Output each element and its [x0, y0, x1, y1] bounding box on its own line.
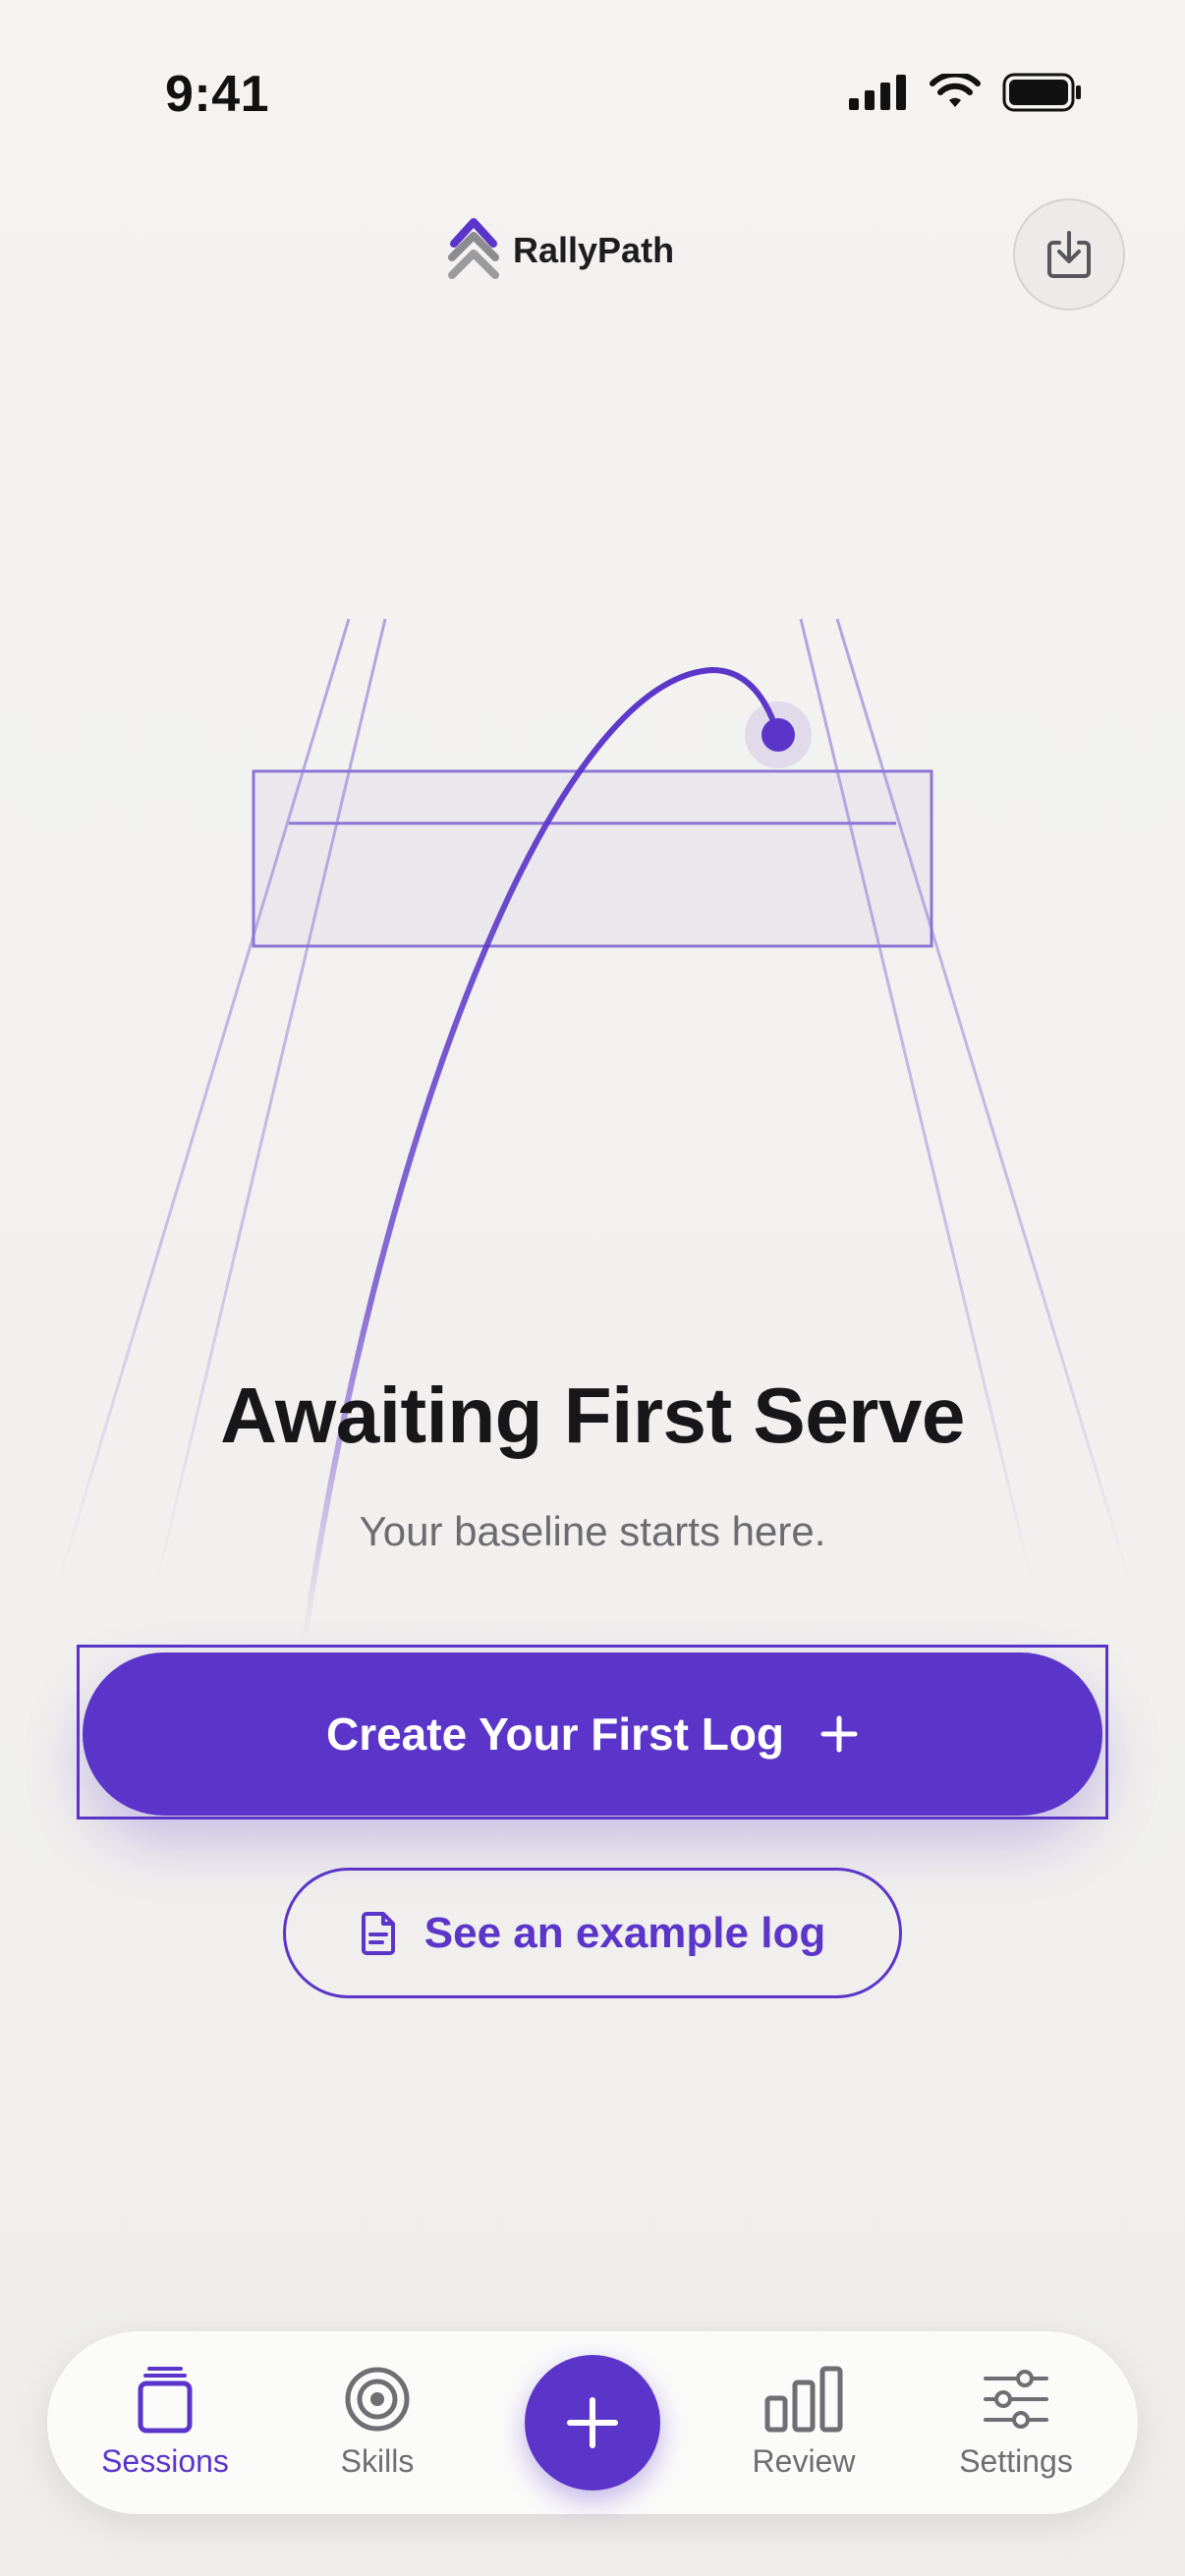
tennis-court-illustration [57, 617, 1132, 1644]
bottom-tab-bar: Sessions Skills Review Settings [47, 2331, 1138, 2514]
brand-name: RallyPath [513, 230, 675, 270]
sessions-icon [138, 2367, 193, 2434]
see-example-log-button[interactable]: See an example log [283, 1868, 902, 1998]
empty-state-subtitle: Your baseline starts here. [359, 1508, 826, 1554]
target-icon [345, 2367, 410, 2432]
tab-skills-label: Skills [340, 2443, 415, 2479]
sliders-icon [984, 2370, 1048, 2429]
app-header: RallyPath [0, 187, 1185, 324]
create-first-log-button[interactable]: Create Your First Log [83, 1652, 1102, 1816]
tab-sessions-label: Sessions [101, 2443, 229, 2479]
export-button[interactable] [1013, 198, 1125, 310]
tab-sessions[interactable]: Sessions [67, 2365, 263, 2480]
status-bar: 9:41 [0, 0, 1185, 147]
tab-settings-label: Settings [959, 2443, 1073, 2479]
cellular-signal-icon [849, 75, 906, 110]
see-example-log-label: See an example log [423, 1908, 826, 1957]
create-first-log-label: Create Your First Log [325, 1708, 785, 1760]
plus-icon [567, 2397, 618, 2448]
tab-review[interactable]: Review [705, 2365, 902, 2480]
document-icon [361, 1911, 395, 1955]
brand: RallyPath [448, 214, 674, 287]
plus-icon [820, 1715, 858, 1753]
status-icons [849, 73, 1083, 112]
tab-review-label: Review [752, 2443, 856, 2479]
tab-skills[interactable]: Skills [279, 2365, 476, 2480]
add-session-button[interactable] [525, 2355, 660, 2491]
tennis-net [252, 769, 933, 948]
download-tray-icon [1047, 231, 1091, 278]
tennis-ball [762, 718, 795, 752]
battery-icon [1002, 73, 1081, 112]
wifi-icon [930, 74, 981, 107]
rallypath-logo-icon [448, 218, 499, 279]
bar-chart-icon [764, 2366, 843, 2433]
tab-settings[interactable]: Settings [918, 2365, 1114, 2480]
status-time: 9:41 [165, 66, 270, 123]
empty-state-title: Awaiting First Serve [220, 1372, 965, 1459]
